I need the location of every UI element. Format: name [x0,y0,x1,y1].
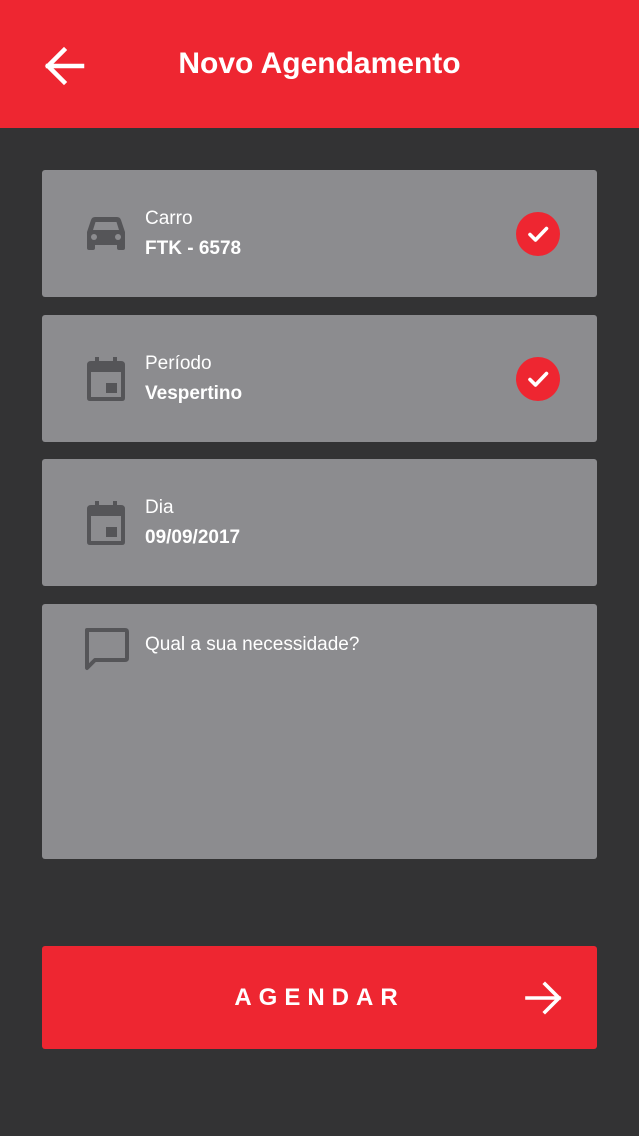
check-icon [516,356,560,401]
car-value: FTK - 6578 [145,238,242,259]
need-field-card [42,604,597,859]
car-selector[interactable]: Carro FTK - 6578 [42,170,597,297]
period-selector[interactable]: Período Vespertino [42,315,597,442]
day-value: 09/09/2017 [145,527,241,548]
arrow-right-icon [522,976,566,1020]
need-input[interactable] [145,634,565,834]
calendar-icon [82,355,130,403]
comment-icon [82,626,130,674]
page-title: Novo Agendamento [178,47,461,80]
schedule-button-label: AGENDAR [234,984,405,1011]
calendar-icon [82,499,130,547]
app-bar: Novo Agendamento [0,0,639,128]
day-selector[interactable]: Dia 09/09/2017 [42,459,597,586]
period-value: Vespertino [145,383,243,404]
schedule-button[interactable]: AGENDAR [42,946,597,1049]
day-label: Dia [145,497,174,518]
check-icon [516,211,560,256]
car-icon [82,210,130,258]
car-label: Carro [145,208,193,229]
period-label: Período [145,353,212,374]
